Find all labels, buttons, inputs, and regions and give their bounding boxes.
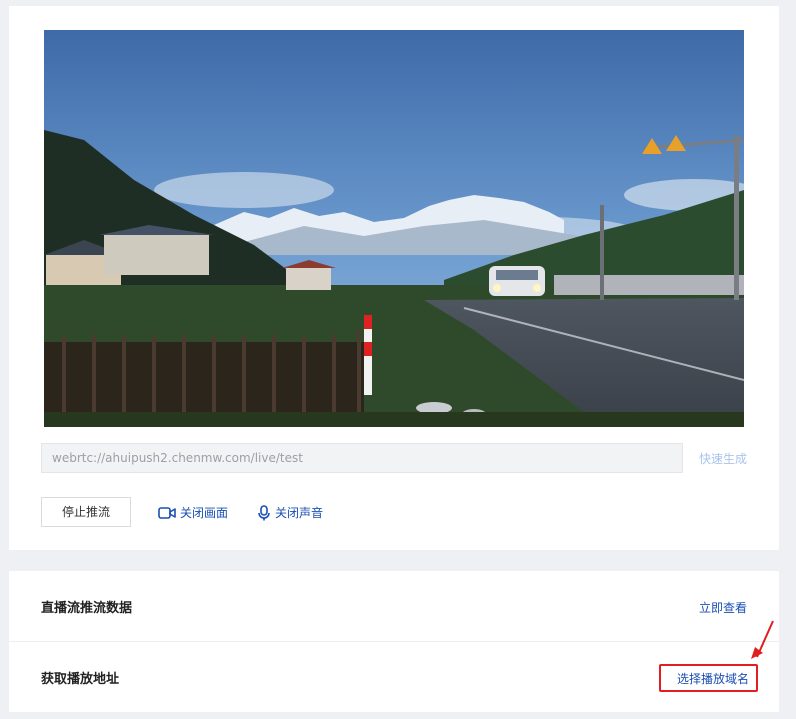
video-preview xyxy=(44,30,744,427)
push-stream-card: webrtc://ahuipush2.chenmw.com/live/test … xyxy=(9,6,779,550)
play-url-title: 获取播放地址 xyxy=(41,672,120,687)
microphone-icon xyxy=(258,504,270,520)
close-video-button[interactable]: 关闭画面 xyxy=(158,504,228,521)
video-camera-icon xyxy=(158,506,176,519)
annotation-highlight-box xyxy=(659,664,758,692)
quick-generate-link[interactable]: 快速生成 xyxy=(699,450,747,467)
video-frame-image xyxy=(44,30,744,427)
stop-push-button[interactable]: 停止推流 xyxy=(41,497,131,527)
push-data-title: 直播流推流数据 xyxy=(41,601,133,616)
stream-url-input[interactable]: webrtc://ahuipush2.chenmw.com/live/test xyxy=(41,443,683,473)
stream-info-card: 直播流推流数据 立即查看 获取播放地址 选择播放域名 xyxy=(9,571,779,712)
close-audio-label: 关闭声音 xyxy=(275,506,324,520)
view-now-link[interactable]: 立即查看 xyxy=(699,599,747,616)
push-data-row: 直播流推流数据 立即查看 xyxy=(9,571,779,641)
close-audio-button[interactable]: 关闭声音 xyxy=(257,504,323,521)
annotation-arrow-icon xyxy=(751,620,774,659)
close-video-label: 关闭画面 xyxy=(180,506,229,520)
